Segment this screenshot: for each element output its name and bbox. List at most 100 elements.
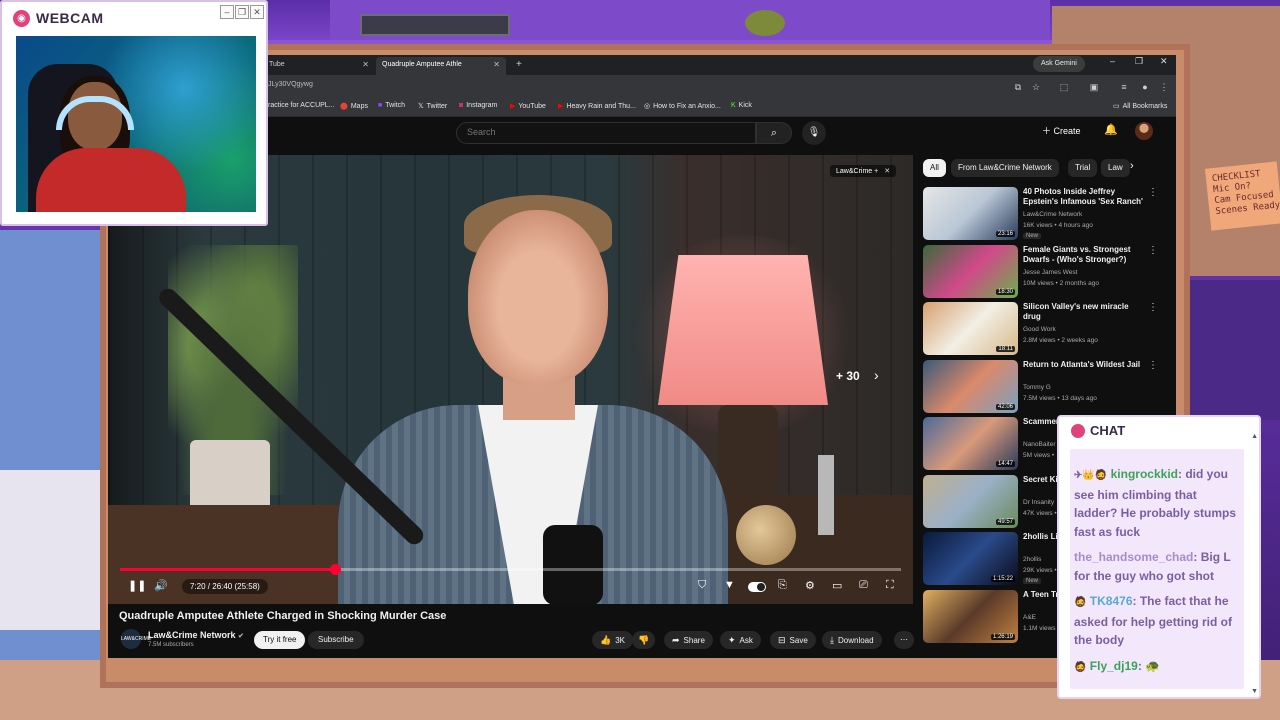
video-thumbnail[interactable]: 1:15:22 [923,532,1018,585]
new-tab-button[interactable]: + [510,57,524,75]
recommended-channel[interactable]: A&E [1023,614,1036,621]
bookmark-item[interactable]: ◙ Instagram [459,102,497,109]
bookmark-item[interactable]: ⬤ Maps [340,102,368,110]
chevron-right-icon[interactable]: › [874,367,879,383]
install-app-icon[interactable]: ⧉ [1011,80,1025,94]
create-button[interactable]: ＋ Create [1042,124,1081,137]
progress-bar[interactable] [120,564,901,575]
fullscreen-icon[interactable]: ⛶ [886,579,894,592]
bookmark-item[interactable]: ractice for ACCUPL... [268,102,335,109]
recommended-title[interactable]: Return to Atlanta's Wildest Jail [1023,360,1143,370]
bookmark-star-icon[interactable]: ☆ [1029,80,1043,94]
recommended-channel[interactable]: NanoBaiter [1023,441,1056,448]
reading-list-icon[interactable]: ≡ [1117,80,1131,94]
share-button[interactable]: ➦ Share [664,631,713,649]
recommended-channel[interactable]: Law&Crime Network [1023,211,1082,218]
dislike-button[interactable]: 👎 [632,631,656,649]
filter-chip[interactable]: From Law&Crime Network [951,159,1059,177]
minimize-icon[interactable]: – [1110,56,1115,66]
video-thumbnail[interactable]: 18:11 [923,302,1018,355]
pause-icon[interactable]: ❚❚ [128,579,146,592]
autoplay-toggle[interactable] [748,582,766,592]
bookmark-item[interactable]: ▶ YouTube [510,102,546,110]
ask-button[interactable]: ✦ Ask [720,631,761,649]
subscribe-button[interactable]: Subscribe [308,631,364,649]
ask-gemini-button[interactable]: Ask Gemini [1033,56,1085,72]
recommended-video[interactable]: 18:11 Silicon Valley's new miracle drug Go… [923,302,1173,358]
shield-icon[interactable]: ⛉ [698,579,706,592]
restore-icon[interactable]: ❐ [235,5,249,19]
settings-gear-icon[interactable]: ⚙ [805,579,815,592]
chat-username[interactable]: Fly_dj19 [1090,659,1138,673]
more-options-icon[interactable]: ⋮ [1148,187,1158,198]
search-button[interactable]: ⌕ [756,122,792,144]
video-thumbnail[interactable]: 23:16 [923,187,1018,240]
bookmark-item[interactable]: K Kick [731,102,752,109]
chat-username[interactable]: kingrockkid [1111,467,1178,481]
video-thumbnail[interactable]: 1:26:19 [923,589,1018,643]
profile-icon[interactable]: ● [1138,80,1152,94]
chat-username[interactable]: the_handsome_chad [1074,550,1193,564]
recommended-title[interactable]: Female Giants vs. Strongest Dwarfs - (Wh… [1023,245,1143,265]
tab-close-icon[interactable]: ✕ [362,57,369,73]
browser-menu-icon[interactable]: ⋮ [1157,80,1171,94]
close-window-icon[interactable]: ✕ [1160,56,1168,67]
bookmark-item[interactable]: ■ Twitch [378,102,405,109]
extensions-icon[interactable]: ⬚ [1057,80,1071,94]
close-icon[interactable]: ✕ [884,168,890,175]
url-text[interactable]: JLy30VQgywg [268,81,313,88]
account-avatar[interactable] [1135,122,1153,140]
notifications-bell-icon[interactable]: 🔔 [1104,123,1118,136]
channel-membership-tag[interactable]: Law&Crime + ✕ [830,165,897,177]
chat-username[interactable]: TK8476 [1090,594,1133,608]
tab-close-icon[interactable]: ✕ [493,57,500,73]
recommended-channel[interactable]: Good Work [1023,326,1056,333]
close-icon[interactable]: ✕ [250,5,264,19]
recommended-channel[interactable]: Tommy G [1023,384,1051,391]
try-it-free-button[interactable]: Try it free [254,631,306,649]
browser-tab-active[interactable]: Quadruple Amputee Athle ✕ [376,57,506,75]
more-options-icon[interactable]: ⋮ [1148,245,1158,256]
video-thumbnail[interactable]: 18:30 [923,244,1018,298]
search-input[interactable] [467,127,747,137]
video-thumbnail[interactable]: 49:57 [923,474,1018,528]
recommended-video[interactable]: 42:06 Return to Atlanta's Wildest Jail Tom… [923,359,1173,416]
recommended-title[interactable]: 40 Photos Inside Jeffrey Epstein's Infam… [1023,187,1143,207]
filter-chip[interactable]: Trial [1068,159,1098,177]
miniplayer-icon[interactable]: ▭ [832,579,842,592]
save-button[interactable]: ⊟ Save [770,631,816,649]
volume-icon[interactable]: 🔊 [154,579,168,592]
chevron-right-icon[interactable]: › [1130,160,1134,172]
search-box[interactable] [456,122,756,144]
restore-icon[interactable]: ❐ [1135,56,1143,67]
cast-icon[interactable]: ⎚ [859,579,868,592]
video-thumbnail[interactable]: 14:47 [923,417,1018,470]
voice-search-button[interactable]: 🎙 [802,121,826,145]
bookmark-item[interactable]: 𝕏 Twitter [418,102,447,110]
channel-avatar[interactable]: LAW&CRIME [121,629,151,649]
minimize-icon[interactable]: – [220,5,234,19]
scroll-down-icon[interactable]: ▼ [1251,688,1258,695]
recommended-channel[interactable]: 2hollis [1023,556,1041,563]
download-button[interactable]: ⤓ Download [822,631,882,649]
recommended-channel[interactable]: Jesse James West [1023,269,1077,276]
scrubber-handle[interactable] [329,564,341,575]
video-thumbnail[interactable]: 42:06 [923,359,1018,413]
recommended-title[interactable]: Silicon Valley's new miracle drug [1023,302,1143,322]
bookmark-item[interactable]: ▶ Heavy Rain and Thu... [558,102,636,110]
filter-chip[interactable]: All [923,159,946,177]
more-options-icon[interactable]: ⋮ [1148,302,1158,313]
browser-tab[interactable]: Tube ✕ [263,57,375,75]
heart-shield-icon[interactable]: ▼ [724,579,735,591]
all-bookmarks[interactable]: ▭ All Bookmarks [1113,102,1167,110]
subtitles-icon[interactable]: ⎘ [778,579,787,592]
address-bar[interactable]: JLy30VQgywg ⧉ ☆ ⬚ ▣ ≡ ● ⋮ [108,75,1176,99]
filter-chip[interactable]: Law [1101,159,1130,177]
channel-name[interactable]: Law&Crime Network ✔ [148,630,244,640]
more-actions-button[interactable]: ⋯ [894,631,914,649]
scroll-up-icon[interactable]: ▲ [1251,433,1258,440]
more-options-icon[interactable]: ⋮ [1148,360,1158,371]
media-icon[interactable]: ▣ [1087,80,1101,94]
bookmark-item[interactable]: ◎ How to Fix an Anxio... [644,102,721,110]
recommended-channel[interactable]: Dr Insanity [1023,499,1054,506]
